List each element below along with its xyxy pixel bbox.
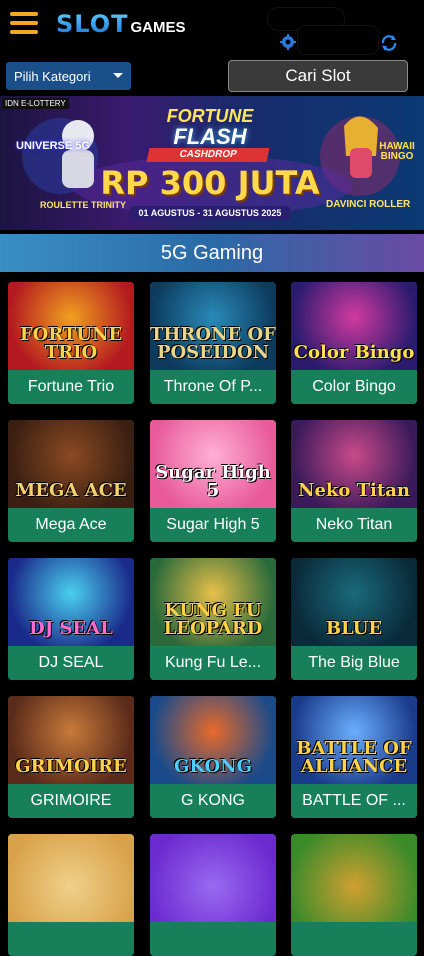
refresh-icon[interactable] [380, 34, 398, 52]
game-name: BATTLE OF ... [291, 784, 417, 818]
game-name: GRIMOIRE [8, 784, 134, 818]
game-thumbnail: Neko Titan [291, 420, 417, 508]
game-art-title: Sugar High 5 [155, 462, 271, 501]
game-card[interactable]: BLUE The Big Blue [291, 558, 417, 680]
game-thumbnail: DJ SEAL [8, 558, 134, 646]
logo-games: GAMES [130, 19, 186, 36]
game-name: Kung Fu Le... [150, 646, 276, 680]
redacted-balance-area [298, 26, 378, 54]
game-card[interactable]: KUNG FU LEOPARD Kung Fu Le... [150, 558, 276, 680]
game-art-title: BLUE [325, 618, 383, 639]
game-card[interactable]: MEGA ACE Mega Ace [8, 420, 134, 542]
banner-title-2: FLASH [173, 124, 247, 149]
logo-slot: SLOT [56, 10, 129, 38]
game-thumbnail: THRONE OF POSEIDON [150, 282, 276, 370]
game-card[interactable] [8, 834, 134, 956]
banner-date: 01 AGUSTUS - 31 AGUSTUS 2025 [130, 206, 290, 220]
game-art-title: DJ SEAL [29, 618, 113, 639]
banner-title-3: CASHDROP [146, 148, 270, 162]
game-name: Color Bingo [291, 370, 417, 404]
game-thumbnail: KUNG FU LEOPARD [150, 558, 276, 646]
game-card[interactable]: Color Bingo Color Bingo [291, 282, 417, 404]
search-slot-button[interactable]: Cari Slot [228, 60, 408, 92]
game-art-title: THRONE OF POSEIDON [150, 324, 276, 363]
game-art-title: MEGA ACE [15, 480, 127, 501]
game-card[interactable] [291, 834, 417, 956]
game-art-title: BATTLE OF ALLIANCE [296, 738, 412, 777]
game-name: G KONG [150, 784, 276, 818]
toolbar: Pilih Kategori Cari Slot [0, 56, 424, 96]
game-art-title: KUNG FU LEOPARD [163, 600, 263, 639]
game-name: DJ SEAL [8, 646, 134, 680]
banner-left-game-2: ROULETTE TRINITY [40, 200, 126, 210]
game-thumbnail: BLUE [291, 558, 417, 646]
promo-banner[interactable]: IDN E-LOTTERY FORTUNE FLASH CASHDROP RP … [0, 96, 424, 230]
game-card[interactable]: GRIMOIRE GRIMOIRE [8, 696, 134, 818]
game-thumbnail: FORTUNE TRIO [8, 282, 134, 370]
banner-amount: RP 300 JUTA [100, 164, 320, 202]
game-thumbnail: BATTLE OF ALLIANCE [291, 696, 417, 784]
section-title: 5G Gaming [0, 234, 424, 272]
game-card[interactable]: THRONE OF POSEIDON Throne Of P... [150, 282, 276, 404]
game-card[interactable] [150, 834, 276, 956]
game-name: Sugar High 5 [150, 508, 276, 542]
game-thumbnail: GRIMOIRE [8, 696, 134, 784]
game-name: Neko Titan [291, 508, 417, 542]
game-card[interactable]: FORTUNE TRIO Fortune Trio [8, 282, 134, 404]
game-thumbnail: GKONG [150, 696, 276, 784]
game-thumbnail [291, 834, 417, 922]
top-header: SLOT GAMES [0, 0, 424, 56]
gear-icon [280, 34, 296, 50]
menu-icon[interactable] [10, 12, 38, 34]
game-art-title: GKONG [173, 756, 253, 777]
banner-right-game-1: HAWAII BINGO [379, 141, 415, 162]
game-art-title: GRIMOIRE [15, 756, 127, 777]
game-card[interactable]: Neko Titan Neko Titan [291, 420, 417, 542]
game-card[interactable]: DJ SEAL DJ SEAL [8, 558, 134, 680]
game-name: Throne Of P... [150, 370, 276, 404]
game-name: Mega Ace [8, 508, 134, 542]
game-card[interactable]: Sugar High 5 Sugar High 5 [150, 420, 276, 542]
game-name: The Big Blue [291, 646, 417, 680]
site-logo[interactable]: SLOT GAMES [56, 10, 186, 40]
game-art-title: Neko Titan [298, 480, 410, 501]
game-thumbnail: Color Bingo [291, 282, 417, 370]
game-card[interactable]: BATTLE OF ALLIANCE BATTLE OF ... [291, 696, 417, 818]
game-thumbnail [150, 834, 276, 922]
game-name: Fortune Trio [8, 370, 134, 404]
game-thumbnail: MEGA ACE [8, 420, 134, 508]
game-thumbnail [8, 834, 134, 922]
category-dropdown[interactable]: Pilih Kategori [6, 62, 131, 90]
category-dropdown-label: Pilih Kategori [14, 68, 91, 84]
game-art-title: FORTUNE TRIO [19, 324, 123, 363]
banner-left-game-1: UNIVERSE 5G [16, 140, 90, 152]
game-card[interactable]: GKONG G KONG [150, 696, 276, 818]
game-art-title: Color Bingo [293, 342, 415, 363]
game-thumbnail: Sugar High 5 [150, 420, 276, 508]
banner-right-game-2: DAVINCI ROLLER [326, 199, 411, 210]
banner-brand: IDN E-LOTTERY [2, 98, 69, 109]
caret-down-icon [113, 73, 123, 78]
